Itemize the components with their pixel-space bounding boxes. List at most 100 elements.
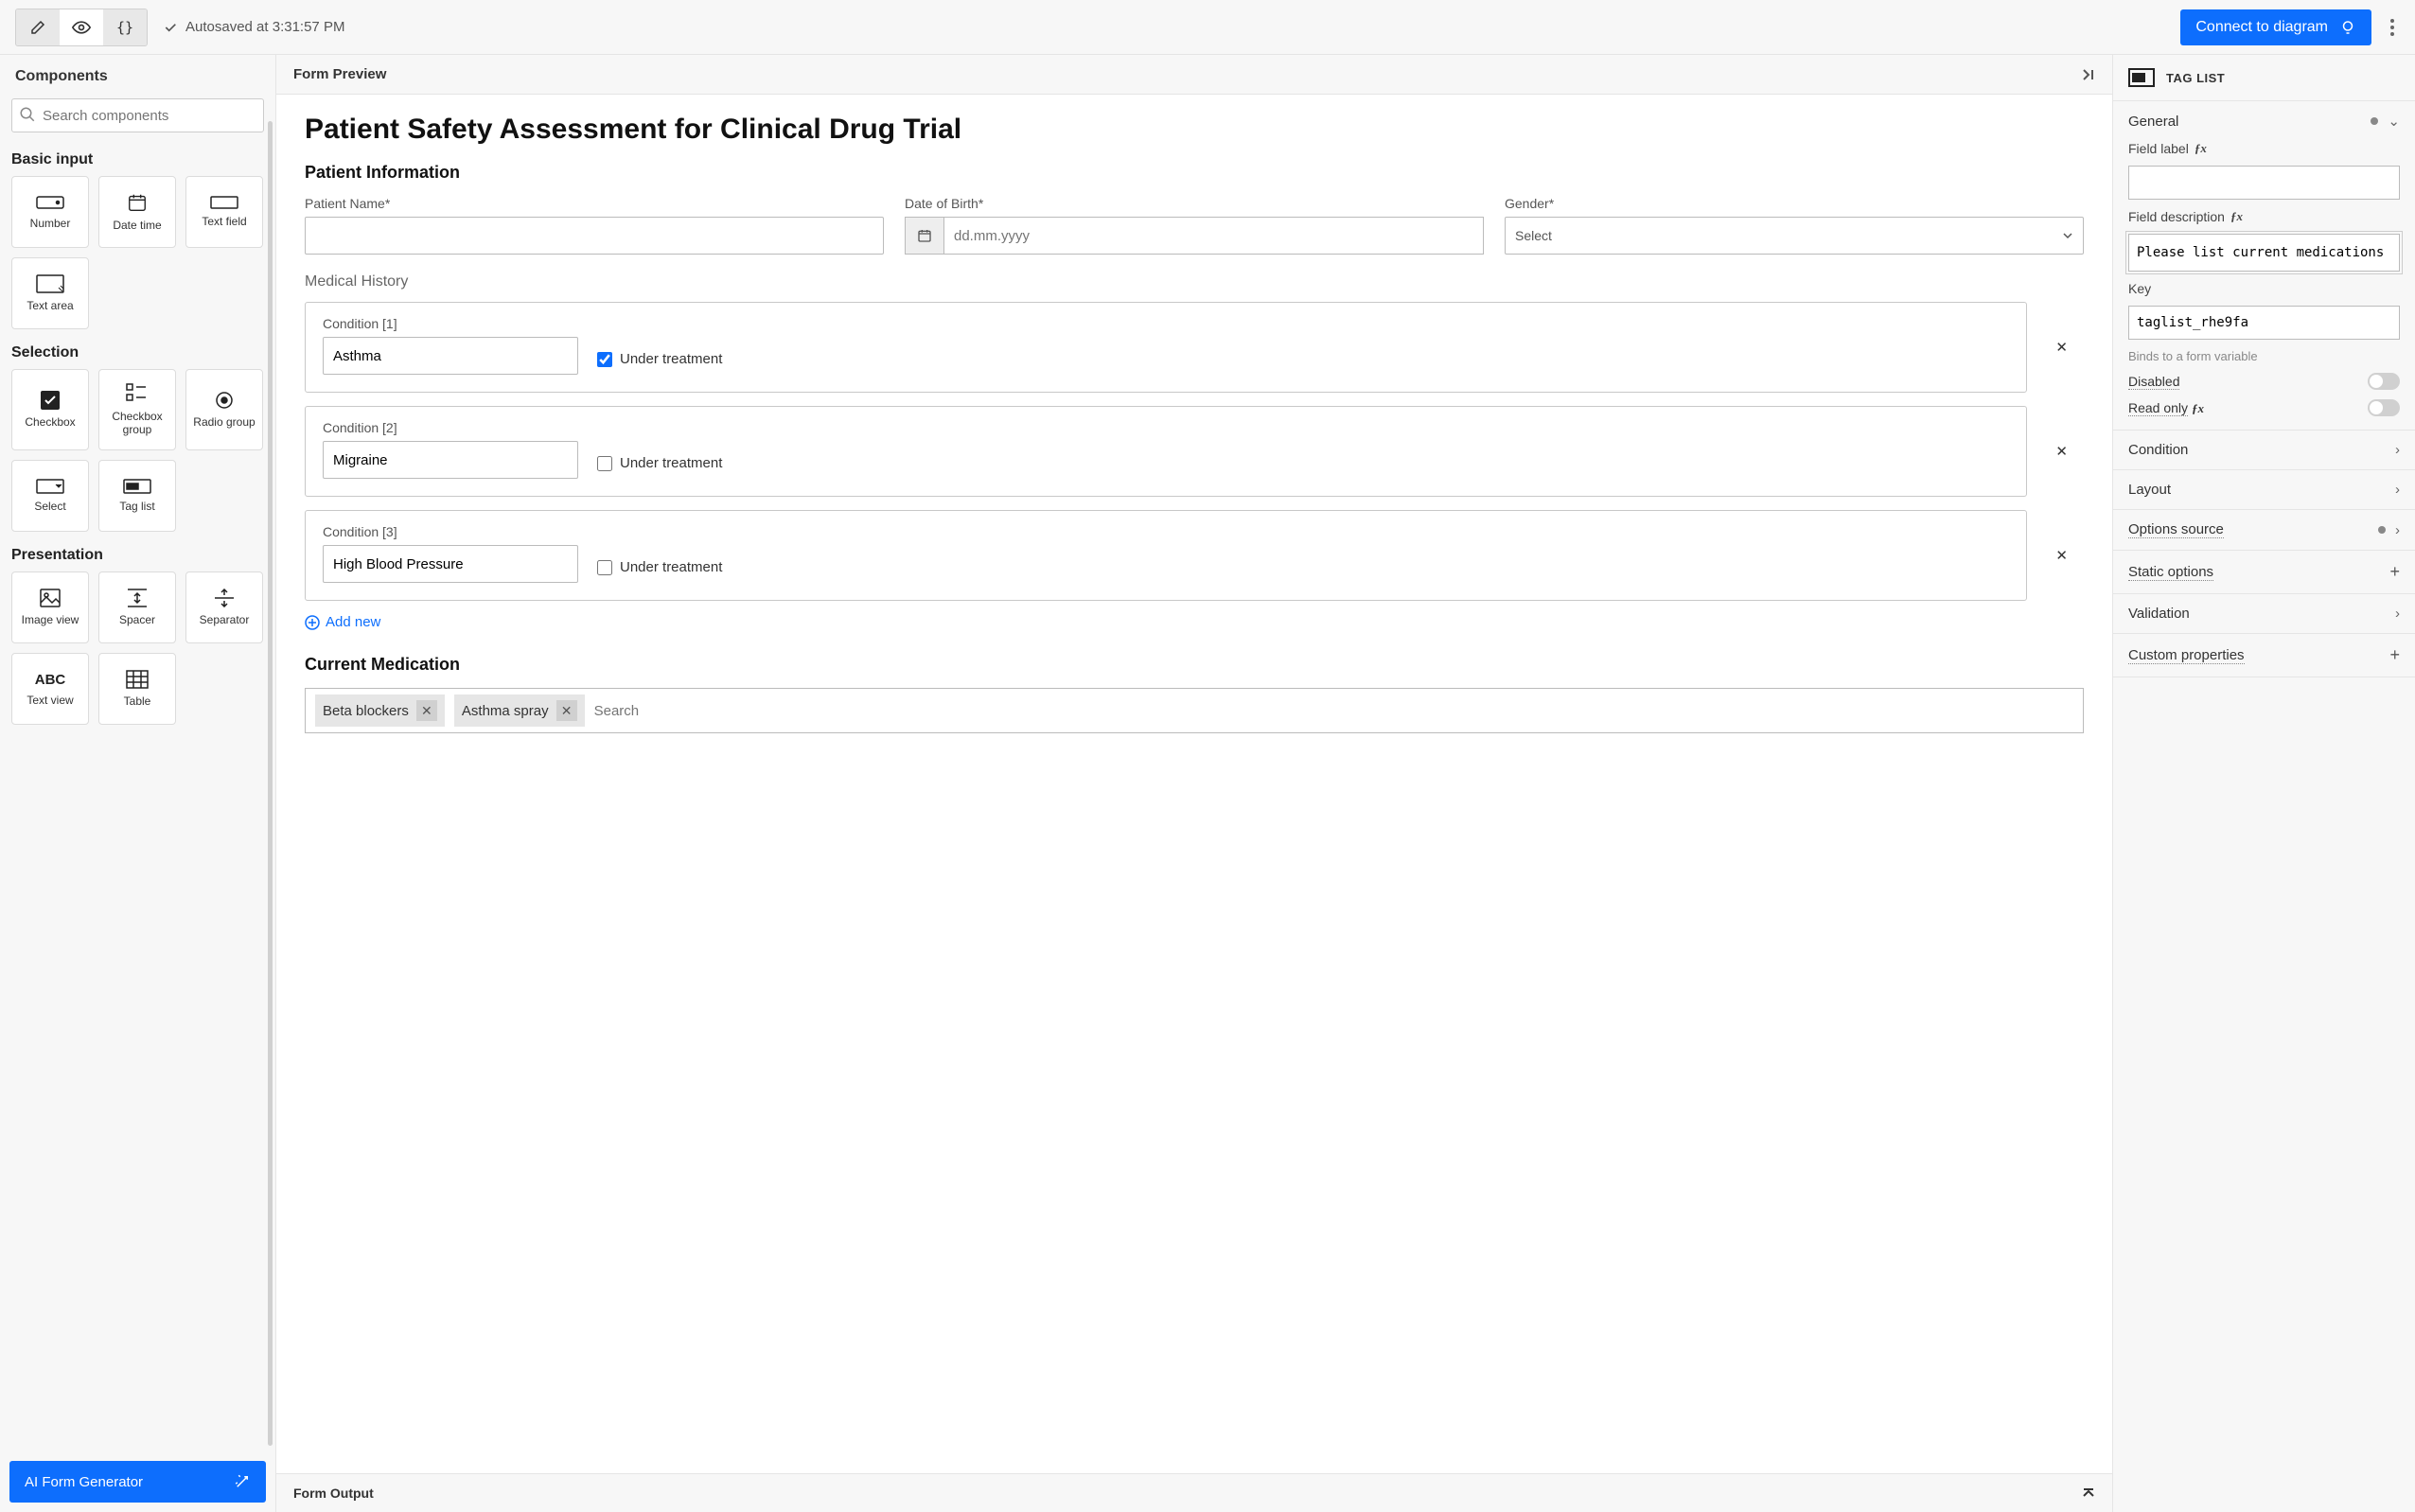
- remove-condition-button[interactable]: ✕: [2055, 339, 2068, 356]
- palette-radio-group[interactable]: Radio group: [185, 369, 263, 450]
- gender-select[interactable]: Select: [1505, 217, 2084, 255]
- palette-checkbox[interactable]: Checkbox: [11, 369, 89, 450]
- plus-icon[interactable]: +: [2389, 645, 2400, 665]
- plus-icon[interactable]: +: [2389, 562, 2400, 582]
- treatment-checkbox-row[interactable]: Under treatment: [597, 559, 722, 583]
- condition-input[interactable]: [323, 545, 578, 583]
- components-sidebar: Components Basic input Number Date time …: [0, 55, 276, 1512]
- section-basic-input: Basic input: [0, 142, 275, 176]
- calendar-button[interactable]: [905, 217, 944, 255]
- disabled-toggle[interactable]: [2368, 373, 2400, 390]
- field-label-input[interactable]: [2128, 166, 2400, 200]
- form-title: Patient Safety Assessment for Clinical D…: [305, 114, 2084, 146]
- radio-icon: [215, 391, 234, 410]
- patient-name-label: Patient Name*: [305, 196, 884, 211]
- treatment-checkbox[interactable]: [597, 456, 612, 471]
- remove-tag-button[interactable]: ✕: [556, 700, 577, 721]
- section-layout[interactable]: Layout›: [2113, 470, 2415, 509]
- section-general[interactable]: General ⌄: [2113, 101, 2415, 141]
- ai-button-label: AI Form Generator: [25, 1474, 143, 1490]
- patient-info-row: Patient Name* Date of Birth* Ge: [305, 196, 2084, 255]
- section-custom-properties[interactable]: Custom properties+: [2113, 634, 2415, 677]
- textarea-icon: [36, 274, 64, 293]
- fx-icon[interactable]: ƒx: [2195, 141, 2207, 156]
- mode-toggle: {}: [15, 9, 148, 46]
- treatment-checkbox-row[interactable]: Under treatment: [597, 351, 722, 375]
- medication-taglist[interactable]: Beta blockers ✕ Asthma spray ✕: [305, 688, 2084, 733]
- edit-mode-button[interactable]: [16, 9, 60, 45]
- remove-condition-button[interactable]: ✕: [2055, 443, 2068, 460]
- section-condition[interactable]: Condition›: [2113, 431, 2415, 469]
- image-icon: [40, 589, 61, 607]
- palette-table[interactable]: Table: [98, 653, 176, 725]
- readonly-label: Read only: [2128, 400, 2188, 416]
- gender-placeholder: Select: [1515, 228, 1552, 243]
- collapse-right-button[interactable]: [2080, 67, 2095, 82]
- key-input[interactable]: [2128, 306, 2400, 340]
- treatment-checkbox[interactable]: [597, 352, 612, 367]
- palette-spacer[interactable]: Spacer: [98, 571, 176, 643]
- remove-condition-button[interactable]: ✕: [2055, 547, 2068, 564]
- condition-label: Condition [3]: [323, 524, 578, 539]
- code-mode-button[interactable]: {}: [103, 9, 147, 45]
- taglist-type-icon: [2128, 68, 2155, 87]
- key-hint: Binds to a form variable: [2128, 349, 2400, 363]
- chevron-right-icon: ›: [2395, 606, 2400, 622]
- textfield-icon: [210, 196, 238, 209]
- palette-textfield[interactable]: Text field: [185, 176, 263, 248]
- search-input[interactable]: [11, 98, 264, 132]
- autosave-text: Autosaved at 3:31:57 PM: [185, 19, 344, 35]
- calendar-small-icon: [917, 228, 932, 243]
- palette-taglist[interactable]: Tag list: [98, 460, 176, 532]
- treatment-checkbox-row[interactable]: Under treatment: [597, 455, 722, 479]
- topbar-left: {} Autosaved at 3:31:57 PM: [15, 9, 344, 46]
- calendar-icon: [127, 192, 148, 213]
- tag-item: Beta blockers ✕: [315, 694, 445, 727]
- preview-mode-button[interactable]: [60, 9, 103, 45]
- medical-history-heading: Medical History: [305, 273, 2084, 290]
- dob-input[interactable]: [944, 217, 1484, 255]
- palette-imageview[interactable]: Image view: [11, 571, 89, 643]
- fx-icon[interactable]: ƒx: [2192, 401, 2204, 415]
- chevron-down-icon: ⌄: [2388, 113, 2400, 130]
- preview-header: Form Preview: [276, 55, 2112, 95]
- palette-datetime[interactable]: Date time: [98, 176, 176, 248]
- readonly-toggle[interactable]: [2368, 399, 2400, 416]
- tag-search-input[interactable]: [594, 703, 2073, 719]
- components-header: Components: [0, 55, 275, 98]
- section-options-source[interactable]: Options source›: [2113, 510, 2415, 550]
- pencil-icon: [29, 19, 46, 36]
- remove-tag-button[interactable]: ✕: [416, 700, 437, 721]
- field-label-label: Field label: [2128, 141, 2189, 156]
- separator-icon: [214, 589, 235, 607]
- form-canvas: Patient Safety Assessment for Clinical D…: [276, 95, 2112, 1473]
- section-validation[interactable]: Validation›: [2113, 594, 2415, 633]
- form-output-bar[interactable]: Form Output: [276, 1473, 2112, 1512]
- palette-number[interactable]: Number: [11, 176, 89, 248]
- field-description-input[interactable]: [2128, 234, 2400, 272]
- condition-card-1: Condition [1] Under treatment ✕: [305, 302, 2027, 393]
- palette-checkbox-group[interactable]: Checkbox group: [98, 369, 176, 450]
- connect-diagram-button[interactable]: Connect to diagram: [2180, 9, 2371, 45]
- dot-indicator-icon: [2371, 117, 2378, 125]
- disabled-label: Disabled: [2128, 374, 2179, 390]
- palette-textview[interactable]: ABCText view: [11, 653, 89, 725]
- add-condition-button[interactable]: Add new: [305, 614, 2084, 630]
- more-menu-button[interactable]: [2385, 13, 2400, 42]
- palette-textarea[interactable]: Text area: [11, 257, 89, 329]
- section-static-options[interactable]: Static options+: [2113, 551, 2415, 593]
- fx-icon[interactable]: ƒx: [2230, 209, 2243, 224]
- scrollbar[interactable]: [268, 121, 273, 1446]
- patient-name-input[interactable]: [305, 217, 884, 255]
- form-output-label: Form Output: [293, 1486, 374, 1501]
- properties-panel: TAG LIST General ⌄ Field label ƒx Field …: [2112, 55, 2415, 1512]
- current-medication-heading: Current Medication: [305, 655, 2084, 675]
- kebab-icon: [2390, 19, 2394, 36]
- treatment-checkbox[interactable]: [597, 560, 612, 575]
- condition-input[interactable]: [323, 441, 578, 479]
- palette-separator[interactable]: Separator: [185, 571, 263, 643]
- palette-select[interactable]: Select: [11, 460, 89, 532]
- ai-form-generator-button[interactable]: AI Form Generator: [9, 1461, 266, 1503]
- condition-input[interactable]: [323, 337, 578, 375]
- taglist-icon: [123, 479, 151, 494]
